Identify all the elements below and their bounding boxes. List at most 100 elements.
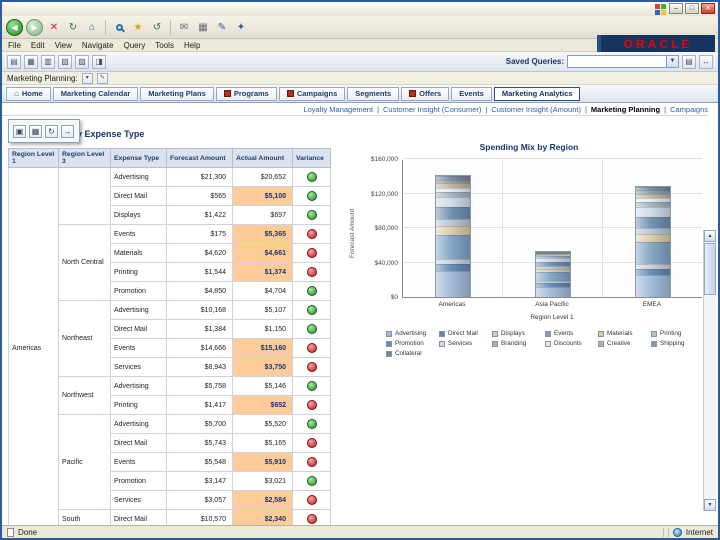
subnav-link-customer-insight-amount[interactable]: Customer Insight (Amount) bbox=[491, 105, 581, 114]
chart-title: Spending Mix by Region bbox=[479, 142, 579, 152]
actual-amount-cell: $5,165 bbox=[232, 433, 293, 453]
legend-swatch bbox=[386, 350, 392, 357]
legend-swatch bbox=[386, 340, 392, 347]
edit-view-icon[interactable]: ✎ bbox=[96, 72, 108, 84]
scroll-down-icon[interactable]: ▼ bbox=[704, 499, 716, 511]
scroll-up-icon[interactable]: ▲ bbox=[704, 230, 716, 242]
forecast-amount-cell: $5,700 bbox=[166, 414, 233, 434]
menu-item-navigate[interactable]: Navigate bbox=[82, 41, 114, 50]
minimize-button[interactable]: – bbox=[669, 3, 683, 14]
maximize-button[interactable]: □ bbox=[685, 3, 699, 14]
tab-events[interactable]: Events bbox=[451, 86, 492, 101]
chart-pane-emea bbox=[603, 160, 702, 297]
query-icon[interactable]: ▤ bbox=[682, 54, 696, 69]
reports-icon[interactable]: ▦ bbox=[24, 54, 38, 69]
tab-marketing-calendar[interactable]: Marketing Calendar bbox=[52, 86, 139, 101]
edit-icon[interactable]: ✎ bbox=[214, 19, 230, 35]
legend-item-events: Events bbox=[545, 330, 598, 337]
chart-plot bbox=[402, 158, 702, 298]
view-selector-icon[interactable]: ▾ bbox=[81, 72, 93, 84]
tab-campaigns[interactable]: Campaigns bbox=[278, 86, 346, 101]
forecast-amount-cell: $1,422 bbox=[166, 205, 233, 225]
app-toolbar-icons: ▤ ▦ ▥ ▧ ▨ ◨ bbox=[7, 54, 106, 69]
menu-item-query[interactable]: Query bbox=[123, 41, 145, 50]
menu-item-view[interactable]: View bbox=[55, 41, 72, 50]
actual-amount-cell: $1,374 bbox=[232, 262, 293, 282]
menu-item-tools[interactable]: Tools bbox=[155, 41, 174, 50]
forecast-amount-cell: $565 bbox=[166, 186, 233, 206]
tab-label: Segments bbox=[355, 89, 392, 98]
forecast-amount-cell: $3,147 bbox=[166, 471, 233, 491]
tab-programs[interactable]: Programs bbox=[215, 86, 277, 101]
variance-cell bbox=[292, 414, 331, 434]
site-map-icon[interactable]: ▤ bbox=[7, 54, 21, 69]
y-tick-label: $0 bbox=[390, 294, 398, 301]
region-level-3-cell bbox=[58, 167, 111, 225]
subnav-link-loyalty-management[interactable]: Loyalty Management bbox=[303, 105, 373, 114]
print-icon[interactable]: ▦ bbox=[195, 19, 211, 35]
bar-segment-events bbox=[535, 272, 570, 281]
actual-amount-cell: $652 bbox=[232, 395, 293, 415]
bar-segment-printing bbox=[435, 219, 470, 227]
actual-amount-cell: $5,910 bbox=[232, 452, 293, 472]
save-icon[interactable]: ▣ bbox=[13, 124, 26, 138]
messenger-icon[interactable]: ✦ bbox=[233, 19, 249, 35]
menu-item-edit[interactable]: Edit bbox=[31, 41, 45, 50]
scrollbar-thumb[interactable] bbox=[704, 243, 716, 295]
variance-cell bbox=[292, 338, 331, 358]
chevron-down-icon[interactable]: ▼ bbox=[666, 56, 678, 67]
forward-icon[interactable]: ▶ bbox=[26, 18, 43, 36]
tab-offers[interactable]: Offers bbox=[401, 86, 450, 101]
legend-label: Direct Mail bbox=[448, 330, 478, 337]
print-icon[interactable]: ▦ bbox=[29, 124, 42, 138]
menu-item-file[interactable]: File bbox=[8, 41, 21, 50]
actual-amount-cell: $3,750 bbox=[232, 357, 293, 377]
separator: | bbox=[664, 104, 667, 114]
bar-segment-services bbox=[435, 197, 470, 208]
gridline bbox=[403, 158, 702, 159]
actual-amount-cell: $15,160 bbox=[232, 338, 293, 358]
variance-green-icon bbox=[306, 381, 317, 391]
report-table: Region Level 1 Region Level 3 Expense Type… bbox=[8, 148, 331, 529]
back-icon[interactable]: ◀ bbox=[6, 18, 23, 36]
tab-segments[interactable]: Segments bbox=[347, 86, 400, 101]
filter-icon[interactable]: ▨ bbox=[75, 54, 89, 69]
separator: | bbox=[377, 104, 380, 114]
category-label-americas: Americas bbox=[438, 301, 466, 308]
oracle-logo: ORACLE bbox=[597, 35, 715, 52]
tab-home[interactable]: ⌂ Home bbox=[6, 86, 51, 101]
bar-segment-materials bbox=[635, 234, 670, 242]
variance-cell bbox=[292, 357, 331, 377]
refresh-icon[interactable]: ↻ bbox=[65, 19, 81, 35]
tab-marketing-analytics[interactable]: Marketing Analytics bbox=[348, 86, 581, 119]
chart-view-icon[interactable]: ▥ bbox=[41, 54, 55, 69]
column-header-actual-amount: Actual Amount bbox=[232, 148, 293, 168]
subnav-link-marketing-planning[interactable]: Marketing Planning bbox=[591, 105, 660, 114]
stop-icon[interactable]: ✕ bbox=[46, 19, 62, 35]
mail-icon[interactable]: ✉ bbox=[176, 19, 192, 35]
subnav-link-campaigns[interactable]: Campaigns bbox=[670, 105, 708, 114]
region-level-1-cell: Americas bbox=[8, 167, 59, 529]
home-icon[interactable]: ⌂ bbox=[84, 19, 100, 35]
subnav-link-customer-insight-consumer[interactable]: Customer Insight (Consumer) bbox=[383, 105, 481, 114]
legend-swatch bbox=[492, 330, 498, 337]
legend-item-collateral: Collateral bbox=[386, 350, 439, 357]
saved-queries-select[interactable]: ▼ bbox=[567, 55, 679, 68]
forecast-amount-cell: $4,850 bbox=[166, 281, 233, 301]
vertical-scrollbar[interactable]: ▲ ▼ bbox=[703, 230, 716, 511]
navigate-icon[interactable]: ↔ bbox=[699, 54, 713, 69]
pivot-icon[interactable]: ▧ bbox=[58, 54, 72, 69]
layout-icon[interactable]: ◨ bbox=[92, 54, 106, 69]
bar-segment-advertising bbox=[535, 286, 570, 297]
refresh-icon[interactable]: ↻ bbox=[45, 124, 58, 138]
y-tick-label: $120,000 bbox=[370, 190, 398, 198]
legend-label: Services bbox=[448, 340, 473, 347]
tab-marketing-plans[interactable]: Marketing Plans bbox=[140, 86, 214, 101]
close-button[interactable]: ✕ bbox=[701, 3, 715, 14]
history-icon[interactable]: ↺ bbox=[149, 19, 165, 35]
chart-category-labels: Americas Asia Pacific EMEA bbox=[402, 301, 702, 308]
search-icon[interactable] bbox=[111, 19, 127, 35]
export-icon[interactable]: → bbox=[61, 124, 74, 138]
menu-item-help[interactable]: Help bbox=[184, 41, 200, 50]
favorites-icon[interactable]: ★ bbox=[130, 19, 146, 35]
